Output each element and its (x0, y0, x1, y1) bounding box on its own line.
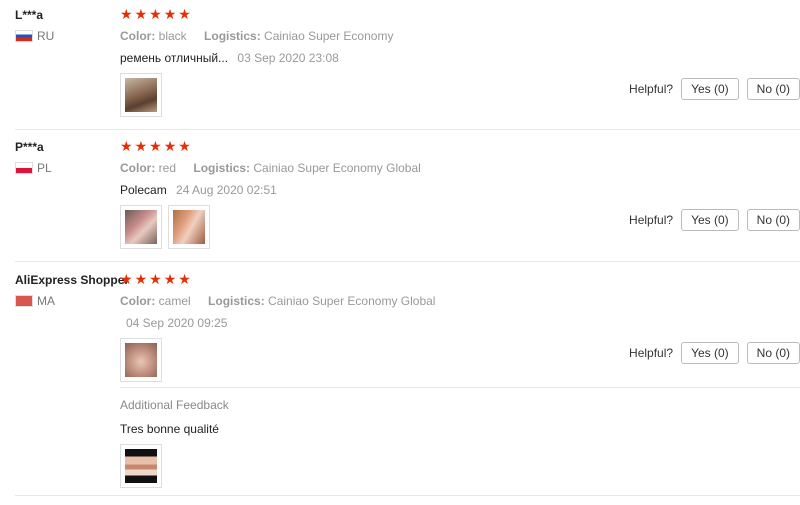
review-photo-thumbnail[interactable] (120, 444, 162, 488)
feedback-text: ремень отличный... (120, 51, 229, 65)
additional-feedback-text: Tres bonne qualité (120, 422, 219, 436)
color-label: Color: (120, 29, 156, 43)
order-info: Color: black Logistics: Cainiao Super Ec… (120, 29, 800, 43)
review-item: L***a RU ★ ★ ★ ★ ★ Color: black Logistic… (15, 8, 800, 130)
review-item: AliExpress Shopper MA ★ ★ ★ ★ ★ Color: c… (15, 273, 800, 496)
feedback-text: Polecam (120, 183, 167, 197)
star-icon: ★ (163, 272, 177, 288)
helpful-controls: Helpful? Yes (0) No (0) (629, 78, 800, 100)
logistics-label: Logistics: (193, 161, 251, 175)
order-info: Color: red Logistics: Cainiao Super Econ… (120, 161, 800, 175)
review-date: 04 Sep 2020 09:25 (126, 316, 228, 330)
additional-photos (120, 444, 800, 488)
helpful-no-button[interactable]: No (0) (746, 342, 800, 364)
review-content: ★ ★ ★ ★ ★ Color: red Logistics: Cainiao … (120, 140, 800, 249)
review-item: P***a PL ★ ★ ★ ★ ★ Color: red Logistics:… (15, 140, 800, 262)
logistics-value: Cainiao Super Economy Global (268, 294, 436, 308)
photo-image (125, 78, 157, 112)
star-icon: ★ (120, 7, 133, 23)
country-code: RU (37, 29, 55, 43)
helpful-label: Helpful? (629, 82, 674, 96)
reviewer-name: L***a (15, 8, 44, 22)
color-label: Color: (120, 161, 156, 175)
country-code: MA (37, 294, 55, 308)
helpful-label: Helpful? (629, 213, 674, 227)
review-photo-thumbnail[interactable] (120, 73, 162, 117)
star-rating: ★ ★ ★ ★ ★ (120, 140, 800, 154)
reviewer-country: PL (15, 161, 115, 175)
photo-image (125, 449, 157, 483)
helpful-label: Helpful? (629, 346, 674, 360)
review-feedback: ремень отличный... 03 Sep 2020 23:08 (120, 51, 800, 65)
star-icon: ★ (134, 139, 148, 155)
reviewer-country: MA (15, 294, 115, 308)
star-rating: ★ ★ ★ ★ ★ (120, 273, 800, 287)
review-photo-thumbnail[interactable] (120, 338, 162, 382)
logistics-label: Logistics: (204, 29, 261, 43)
star-icon: ★ (178, 272, 191, 288)
color-value: red (158, 161, 177, 175)
reviewer-info: AliExpress Shopper MA (15, 273, 130, 308)
reviewer-info: L***a RU (15, 8, 115, 43)
photo-image (173, 210, 205, 244)
star-icon: ★ (134, 7, 148, 23)
star-icon: ★ (149, 7, 162, 23)
review-feedback: 04 Sep 2020 09:25 (120, 316, 800, 330)
poland-flag-icon (15, 162, 33, 174)
additional-feedback: Additional Feedback Tres bonne qualité (120, 387, 800, 488)
color-value: camel (158, 294, 191, 308)
logistics-label: Logistics: (208, 294, 265, 308)
photo-image (125, 343, 157, 377)
star-icon: ★ (120, 139, 133, 155)
review-photo-thumbnail[interactable] (120, 205, 162, 249)
helpful-no-button[interactable]: No (0) (746, 78, 800, 100)
helpful-yes-button[interactable]: Yes (0) (681, 209, 739, 231)
review-content: ★ ★ ★ ★ ★ Color: camel Logistics: Cainia… (120, 273, 800, 382)
reviewer-name: P***a (15, 140, 44, 154)
helpful-controls: Helpful? Yes (0) No (0) (629, 342, 800, 364)
review-date: 24 Aug 2020 02:51 (176, 183, 277, 197)
order-info: Color: camel Logistics: Cainiao Super Ec… (120, 294, 800, 308)
photo-image (125, 210, 157, 244)
star-icon: ★ (149, 272, 162, 288)
star-icon: ★ (178, 7, 191, 23)
star-icon: ★ (120, 272, 133, 288)
reviewer-country: RU (15, 29, 115, 43)
helpful-no-button[interactable]: No (0) (746, 209, 800, 231)
star-icon: ★ (134, 272, 148, 288)
star-icon: ★ (149, 139, 162, 155)
helpful-yes-button[interactable]: Yes (0) (681, 342, 739, 364)
additional-feedback-title: Additional Feedback (120, 398, 229, 412)
helpful-yes-button[interactable]: Yes (0) (681, 78, 739, 100)
reviewer-name: AliExpress Shopper (15, 273, 130, 287)
logistics-value: Cainiao Super Economy Global (253, 161, 421, 175)
color-value: black (158, 29, 187, 43)
reviewer-info: P***a PL (15, 140, 115, 175)
star-icon: ★ (163, 139, 177, 155)
review-feedback: Polecam 24 Aug 2020 02:51 (120, 183, 800, 197)
helpful-controls: Helpful? Yes (0) No (0) (629, 209, 800, 231)
star-icon: ★ (163, 7, 177, 23)
country-code: PL (37, 161, 52, 175)
logistics-value: Cainiao Super Economy (264, 29, 394, 43)
star-rating: ★ ★ ★ ★ ★ (120, 8, 800, 22)
morocco-flag-icon (15, 295, 33, 307)
star-icon: ★ (178, 139, 191, 155)
review-photo-thumbnail[interactable] (168, 205, 210, 249)
review-date: 03 Sep 2020 23:08 (237, 51, 339, 65)
color-label: Color: (120, 294, 156, 308)
review-content: ★ ★ ★ ★ ★ Color: black Logistics: Cainia… (120, 8, 800, 117)
russia-flag-icon (15, 30, 33, 42)
